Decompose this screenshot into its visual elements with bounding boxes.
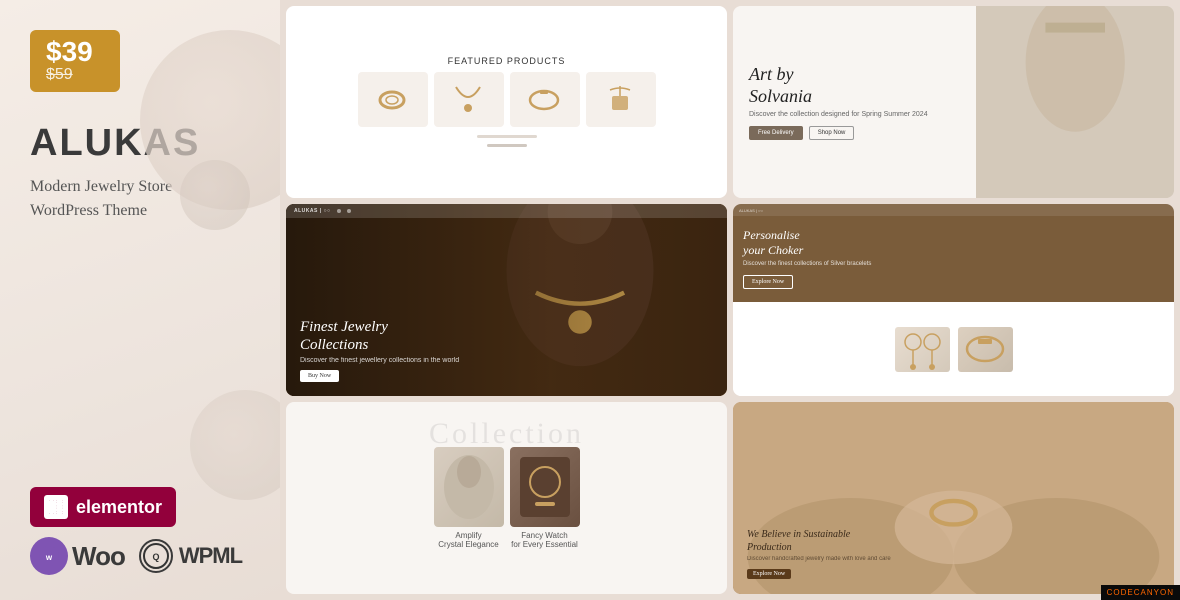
left-panel: $39 $59 ALUKAS Modern Jewelry Store Word… — [0, 0, 280, 600]
elementor-row: elementor — [30, 487, 250, 527]
card-personalize: ALUKAS | ○○ Personalise your Choker Disc… — [733, 204, 1174, 396]
product-bracelet — [510, 72, 580, 127]
collection-img-2 — [510, 447, 580, 527]
personalize-sub: Discover the finest collections of Silve… — [743, 261, 1164, 267]
woo-badge: w Woo — [30, 537, 125, 575]
personalize-top: ALUKAS | ○○ Personalise your Choker Disc… — [733, 204, 1174, 302]
jewelry-text: Finest Jewelry Collections Discover the … — [300, 318, 459, 382]
product-necklace — [434, 72, 504, 127]
deco-circle-small — [180, 160, 250, 230]
wpml-text: WPML — [179, 543, 242, 569]
nav-dot-2 — [347, 209, 351, 213]
woo-icon: w — [30, 537, 68, 575]
jewelry-buy-btn[interactable]: Buy Now — [300, 370, 339, 382]
elementor-label: elementor — [76, 497, 162, 518]
card-featured-products: Featured Products — [286, 6, 727, 198]
card-collection: Collection Amplify Crystal Elegance — [286, 402, 727, 594]
elementor-badge: elementor — [30, 487, 176, 527]
personalize-title: Personalise your Choker — [743, 228, 1164, 258]
jewelry-heading: Finest Jewelry Collections — [300, 318, 459, 354]
elementor-icon — [44, 495, 68, 519]
price-original: $59 — [46, 66, 73, 84]
sustainable-text: We Believe in Sustainable Production Dis… — [747, 528, 891, 580]
codecanyon-watermark: CODECANYON — [1101, 585, 1180, 600]
personalize-explore-btn[interactable]: Explore Now — [743, 275, 793, 289]
collection-caption-1: Amplify Crystal Elegance — [438, 531, 498, 549]
wpml-badge: Q WPML — [139, 539, 242, 573]
collection-inner: Amplify Crystal Elegance Fancy Watch for… — [434, 447, 580, 549]
art-shop-now-btn[interactable]: Shop Now — [809, 126, 855, 140]
collection-watermark: Collection — [429, 417, 584, 451]
personalize-bottom — [733, 302, 1174, 396]
wpml-icon: Q — [139, 539, 173, 573]
product-pendant — [586, 72, 656, 127]
sustainable-explore-btn[interactable]: Explore Now — [747, 569, 791, 579]
earrings-img — [895, 327, 950, 372]
art-free-delivery-btn[interactable]: Free Delivery — [749, 126, 803, 140]
featured-title: Featured Products — [448, 56, 566, 66]
card-jewelry-collection: ALUKAS | ○○ Finest Jewelry Collections D… — [286, 204, 727, 396]
woo-text: Woo — [72, 541, 125, 572]
nav-dot — [337, 209, 341, 213]
price-badge: $39 $59 — [30, 30, 120, 92]
bracelet-img — [958, 327, 1013, 372]
product-thumbnails — [358, 72, 656, 127]
mini-nav: ALUKAS | ○○ — [286, 204, 727, 218]
svg-text:w: w — [45, 553, 53, 562]
collection-caption-2: Fancy Watch for Every Essential — [511, 531, 578, 549]
price-current: $39 — [46, 38, 93, 66]
mini-logo: ALUKAS | ○○ — [294, 208, 331, 214]
right-panel: Featured Products — [280, 0, 1180, 600]
card-art-solvania: Art by Solvania Discover the collection … — [733, 6, 1174, 198]
subtitle-line1: Modern Jewelry Store — [30, 178, 172, 195]
jewelry-sub: Discover the finest jewellery collection… — [300, 357, 459, 364]
collection-img-1 — [434, 447, 504, 527]
sustainable-sub: Discover handcrafted jewelry made with l… — [747, 556, 891, 562]
svg-text:Q: Q — [152, 552, 159, 562]
card-sustainable: We Believe in Sustainable Production Dis… — [733, 402, 1174, 594]
product-ring — [358, 72, 428, 127]
second-badges-row: w Woo Q WPML — [30, 537, 250, 575]
subtitle-line2: WordPress Theme — [30, 202, 147, 219]
sustainable-heading: We Believe in Sustainable Production — [747, 528, 891, 554]
